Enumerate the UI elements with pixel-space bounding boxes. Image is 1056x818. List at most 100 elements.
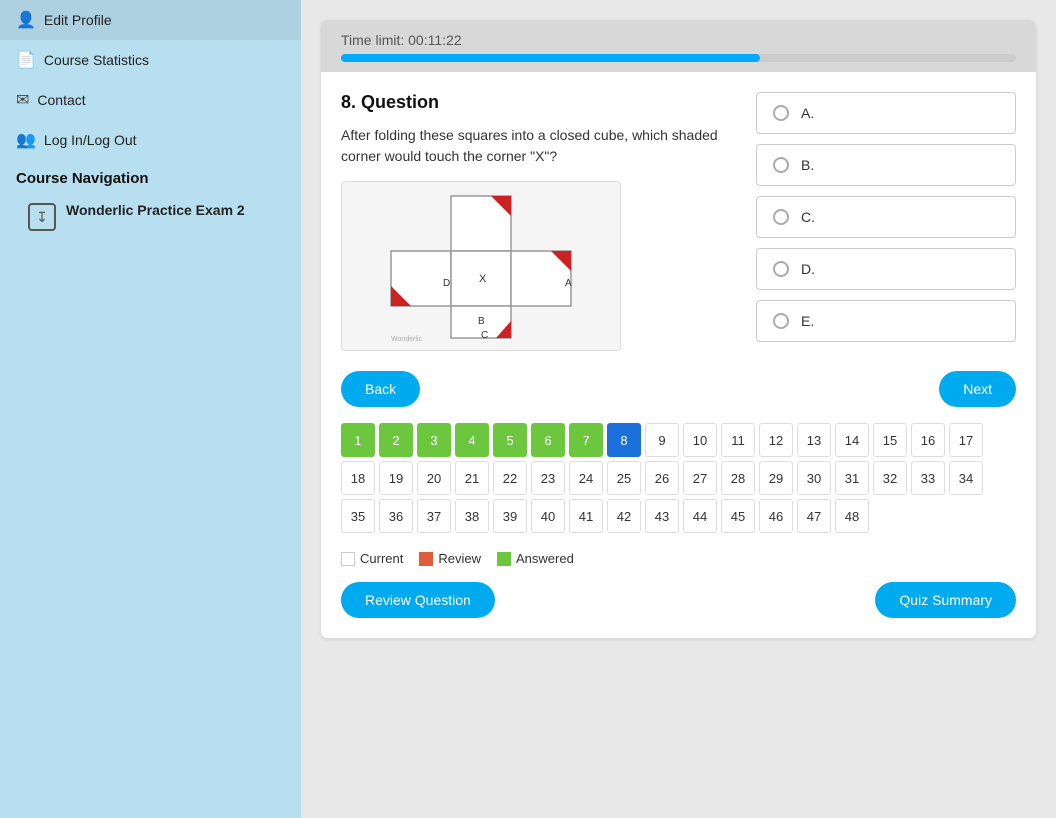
number-cell-35[interactable]: 35 — [341, 499, 375, 533]
number-cell-39[interactable]: 39 — [493, 499, 527, 533]
number-cell-17[interactable]: 17 — [949, 423, 983, 457]
statistics-icon: 📄 — [16, 50, 36, 70]
sidebar: 👤 Edit Profile 📄 Course Statistics ✉ Con… — [0, 0, 301, 818]
answer-option-c[interactable]: C. — [756, 196, 1016, 238]
back-button[interactable]: Back — [341, 371, 420, 407]
number-cell-38[interactable]: 38 — [455, 499, 489, 533]
number-cell-47[interactable]: 47 — [797, 499, 831, 533]
course-label: Wonderlic Practice Exam 2 — [66, 201, 245, 219]
number-cell-15[interactable]: 15 — [873, 423, 907, 457]
timer-label: Time limit: 00:11:22 — [341, 32, 1016, 48]
number-cell-33[interactable]: 33 — [911, 461, 945, 495]
timer-progress-fill — [341, 54, 760, 62]
svg-text:Wonderlic: Wonderlic — [391, 336, 422, 343]
number-cell-18[interactable]: 18 — [341, 461, 375, 495]
legend-answered: Answered — [497, 551, 574, 566]
number-cell-11[interactable]: 11 — [721, 423, 755, 457]
number-cell-28[interactable]: 28 — [721, 461, 755, 495]
radio-d[interactable] — [773, 261, 789, 277]
answer-options: A. B. C. D. E. — [756, 92, 1016, 351]
number-cell-36[interactable]: 36 — [379, 499, 413, 533]
question-image: X D A B C — [341, 181, 621, 351]
legend-current: Current — [341, 551, 403, 566]
number-cell-34[interactable]: 34 — [949, 461, 983, 495]
number-cell-44[interactable]: 44 — [683, 499, 717, 533]
review-question-button[interactable]: Review Question — [341, 582, 495, 618]
number-cell-37[interactable]: 37 — [417, 499, 451, 533]
number-cell-41[interactable]: 41 — [569, 499, 603, 533]
radio-e[interactable] — [773, 313, 789, 329]
legend-answered-label: Answered — [516, 551, 574, 566]
answer-option-b[interactable]: B. — [756, 144, 1016, 186]
number-cell-1[interactable]: 1 — [341, 423, 375, 457]
answer-option-d[interactable]: D. — [756, 248, 1016, 290]
sidebar-item-edit-profile[interactable]: 👤 Edit Profile — [0, 0, 301, 40]
answer-label-c: C. — [801, 209, 815, 225]
number-cell-12[interactable]: 12 — [759, 423, 793, 457]
sidebar-item-course-statistics[interactable]: 📄 Course Statistics — [0, 40, 301, 80]
course-navigation-title: Course Navigation — [0, 160, 301, 193]
sidebar-item-contact[interactable]: ✉ Contact — [0, 80, 301, 120]
number-cell-4[interactable]: 4 — [455, 423, 489, 457]
sidebar-course-item[interactable]: ↧ Wonderlic Practice Exam 2 — [0, 193, 301, 239]
profile-icon: 👤 — [16, 10, 36, 30]
number-cell-9[interactable]: 9 — [645, 423, 679, 457]
number-cell-27[interactable]: 27 — [683, 461, 717, 495]
radio-a[interactable] — [773, 105, 789, 121]
answer-label-d: D. — [801, 261, 815, 277]
svg-text:B: B — [478, 316, 485, 327]
number-cell-23[interactable]: 23 — [531, 461, 565, 495]
sidebar-item-label: Course Statistics — [44, 52, 149, 68]
number-cell-8[interactable]: 8 — [607, 423, 641, 457]
radio-c[interactable] — [773, 209, 789, 225]
number-cell-31[interactable]: 31 — [835, 461, 869, 495]
number-cell-21[interactable]: 21 — [455, 461, 489, 495]
sidebar-item-login-logout[interactable]: 👥 Log In/Log Out — [0, 120, 301, 160]
next-button[interactable]: Next — [939, 371, 1016, 407]
question-section: 8. Question After folding these squares … — [321, 72, 1036, 361]
sidebar-item-label: Contact — [37, 92, 85, 108]
number-cell-29[interactable]: 29 — [759, 461, 793, 495]
legend-current-box — [341, 552, 355, 566]
number-cell-19[interactable]: 19 — [379, 461, 413, 495]
number-cell-7[interactable]: 7 — [569, 423, 603, 457]
number-cell-2[interactable]: 2 — [379, 423, 413, 457]
answer-option-e[interactable]: E. — [756, 300, 1016, 342]
number-cell-13[interactable]: 13 — [797, 423, 831, 457]
number-cell-43[interactable]: 43 — [645, 499, 679, 533]
main-content: Time limit: 00:11:22 8. Question After f… — [301, 0, 1056, 818]
number-cell-46[interactable]: 46 — [759, 499, 793, 533]
number-cell-45[interactable]: 45 — [721, 499, 755, 533]
legend-review-box — [419, 552, 433, 566]
number-cell-6[interactable]: 6 — [531, 423, 565, 457]
question-text: After folding these squares into a close… — [341, 125, 736, 167]
number-cell-24[interactable]: 24 — [569, 461, 603, 495]
number-cell-48[interactable]: 48 — [835, 499, 869, 533]
svg-text:D: D — [443, 278, 450, 289]
number-grid-section: 1234567891011121314151617181920212223242… — [321, 423, 1036, 543]
login-icon: 👥 — [16, 130, 36, 150]
number-cell-26[interactable]: 26 — [645, 461, 679, 495]
number-cell-5[interactable]: 5 — [493, 423, 527, 457]
answer-label-a: A. — [801, 105, 814, 121]
number-cell-16[interactable]: 16 — [911, 423, 945, 457]
answer-label-b: B. — [801, 157, 814, 173]
question-left: 8. Question After folding these squares … — [341, 92, 736, 351]
number-cell-32[interactable]: 32 — [873, 461, 907, 495]
number-cell-20[interactable]: 20 — [417, 461, 451, 495]
number-cell-40[interactable]: 40 — [531, 499, 565, 533]
svg-text:X: X — [479, 273, 487, 285]
radio-b[interactable] — [773, 157, 789, 173]
sidebar-item-label: Log In/Log Out — [44, 132, 137, 148]
quiz-summary-button[interactable]: Quiz Summary — [875, 582, 1016, 618]
cube-net-svg: X D A B C — [351, 186, 611, 346]
number-cell-42[interactable]: 42 — [607, 499, 641, 533]
svg-text:A: A — [565, 278, 572, 289]
number-cell-3[interactable]: 3 — [417, 423, 451, 457]
number-cell-22[interactable]: 22 — [493, 461, 527, 495]
number-cell-14[interactable]: 14 — [835, 423, 869, 457]
number-cell-10[interactable]: 10 — [683, 423, 717, 457]
number-cell-25[interactable]: 25 — [607, 461, 641, 495]
number-cell-30[interactable]: 30 — [797, 461, 831, 495]
answer-option-a[interactable]: A. — [756, 92, 1016, 134]
